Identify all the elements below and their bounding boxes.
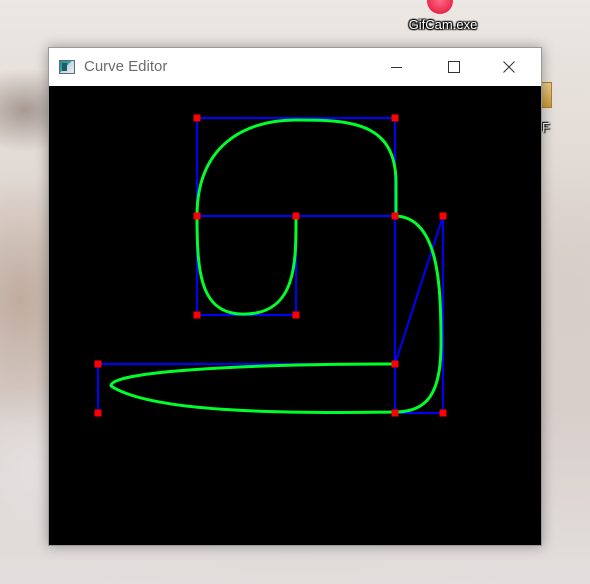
control-point[interactable]: [292, 212, 300, 220]
desktop-icon-gifcam[interactable]: GifCam.exe: [393, 0, 493, 40]
control-point[interactable]: [391, 114, 399, 122]
control-point[interactable]: [439, 409, 447, 417]
spline-curve: [109, 118, 443, 415]
curve-editor-app-icon[interactable]: [59, 60, 75, 74]
control-point[interactable]: [391, 360, 399, 368]
desktop-icon-label: GifCam.exe: [408, 17, 478, 32]
minimize-button[interactable]: [374, 48, 420, 86]
control-point[interactable]: [391, 212, 399, 220]
curve-editor-window: Curve Editor: [48, 47, 542, 546]
maximize-button[interactable]: [430, 48, 476, 86]
curve-canvas[interactable]: [49, 86, 541, 545]
gifcam-icon: [427, 0, 453, 14]
control-point[interactable]: [439, 212, 447, 220]
control-point[interactable]: [193, 114, 201, 122]
control-hull: [97, 117, 444, 414]
desktop-icon-partial-label: F: [542, 120, 550, 135]
window-title: Curve Editor: [84, 58, 168, 75]
control-point[interactable]: [292, 311, 300, 319]
control-point[interactable]: [391, 409, 399, 417]
control-point[interactable]: [193, 212, 201, 220]
title-bar[interactable]: Curve Editor: [49, 48, 541, 86]
close-icon: [503, 61, 515, 73]
control-point[interactable]: [94, 360, 102, 368]
curve-drawing[interactable]: [49, 86, 541, 545]
control-point[interactable]: [94, 409, 102, 417]
control-point[interactable]: [193, 311, 201, 319]
close-button[interactable]: [486, 48, 532, 86]
